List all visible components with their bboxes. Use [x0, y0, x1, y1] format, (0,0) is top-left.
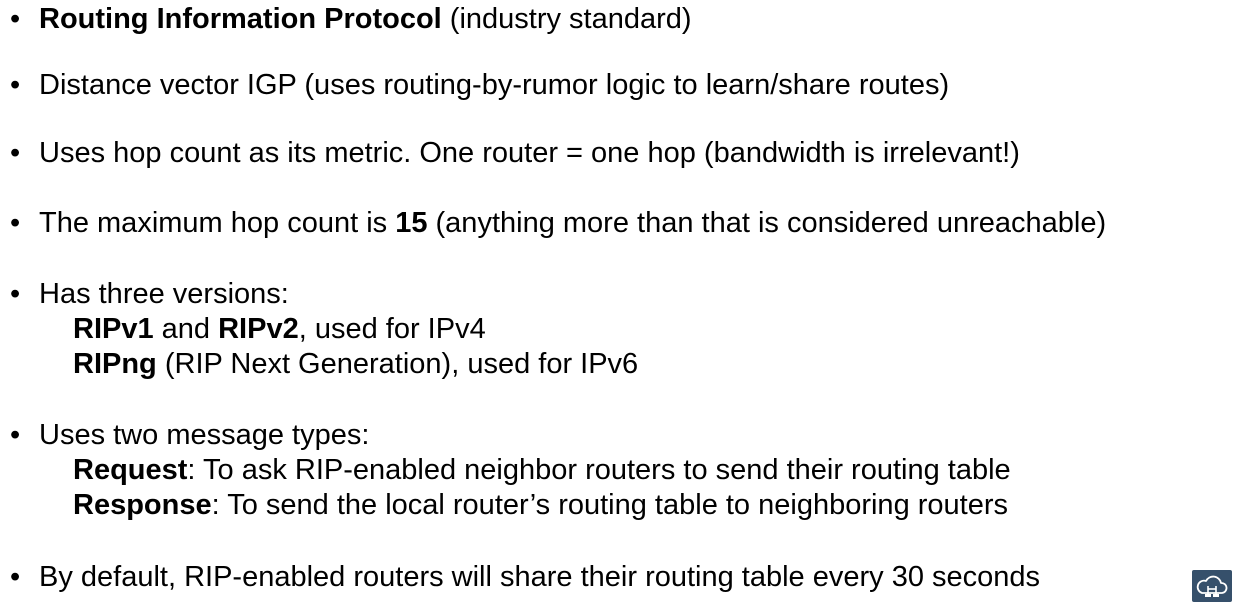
bold-text: Routing Information Protocol	[39, 3, 442, 35]
sub-text: (RIP Next Generation), used for IPv6	[156, 348, 639, 380]
bullet-item-max-hop: • The maximum hop count is 15 (anything m…	[10, 206, 1106, 240]
cloud-network-logo	[1192, 570, 1232, 602]
bullet-item-default-timer: • By default, RIP-enabled routers will sh…	[10, 560, 1040, 594]
sub-item-ripng: RIPng (RIP Next Generation), used for IP…	[73, 347, 638, 381]
bullet-dot: •	[10, 278, 21, 310]
bold-text: RIPng	[73, 348, 157, 380]
bullet-text: (anything more than that is considered u…	[427, 207, 1107, 239]
bullet-item-message-types: • Uses two message types:	[10, 418, 369, 452]
bullet-dot: •	[10, 561, 21, 593]
bullet-item-versions: • Has three versions:	[10, 277, 289, 311]
bullet-dot: •	[10, 3, 21, 35]
bold-text: RIPv1	[73, 313, 154, 345]
bullet-text: Distance vector IGP (uses routing-by-rum…	[39, 69, 950, 101]
bullet-item-hop-count: • Uses hop count as its metric. One route…	[10, 136, 1020, 170]
bold-text: RIPv2	[218, 313, 299, 345]
sub-text: : To send the local router’s routing tab…	[211, 489, 1009, 521]
bold-text: 15	[395, 207, 428, 239]
sub-item-request: Request: To ask RIP-enabled neighbor rou…	[73, 453, 1011, 487]
sub-item-ripv1-ripv2: RIPv1 and RIPv2, used for IPv4	[73, 312, 486, 346]
bullet-item-rip-name: • Routing Information Protocol (industry …	[10, 2, 692, 36]
sub-text: , used for IPv4	[298, 313, 486, 345]
bullet-text: Uses two message types:	[39, 419, 370, 451]
sub-item-response: Response: To send the local router’s rou…	[73, 488, 1008, 522]
bullet-text: (industry standard)	[441, 3, 692, 35]
cloud-network-icon	[1196, 575, 1228, 597]
bullet-dot: •	[10, 69, 21, 101]
bullet-item-distance-vector: • Distance vector IGP (uses routing-by-ru…	[10, 68, 949, 102]
bold-text: Request	[73, 454, 188, 486]
bullet-text: Uses hop count as its metric. One router…	[39, 137, 1020, 169]
bold-text: Response	[73, 489, 212, 521]
bullet-dot: •	[10, 419, 21, 451]
sub-text: and	[153, 313, 219, 345]
bullet-text: Has three versions:	[39, 278, 289, 310]
bullet-text: The maximum hop count is	[39, 207, 396, 239]
bullet-dot: •	[10, 137, 21, 169]
bullet-dot: •	[10, 207, 21, 239]
bullet-text: By default, RIP-enabled routers will sha…	[39, 561, 1041, 593]
sub-text: : To ask RIP-enabled neighbor routers to…	[187, 454, 1011, 486]
